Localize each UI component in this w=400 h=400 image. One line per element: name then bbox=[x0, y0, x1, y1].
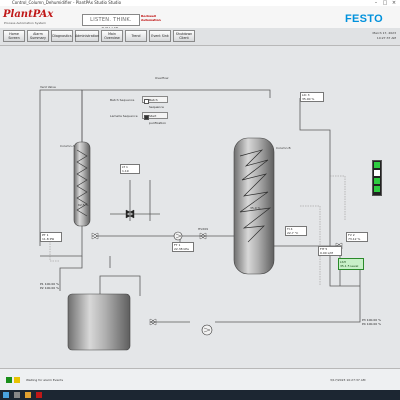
nav-label: Trend bbox=[131, 34, 141, 38]
gauge-segment-low bbox=[374, 178, 380, 184]
label-column-a-level: 62.5 % bbox=[78, 203, 89, 207]
lamella-sequence-label: Lamella Sequence bbox=[110, 114, 138, 118]
checkbox-icon bbox=[144, 98, 149, 104]
param-row: P2 100.00 % bbox=[40, 286, 59, 290]
nav-label: Diagnostics bbox=[52, 34, 72, 38]
gauge-segment-high bbox=[374, 162, 380, 168]
label-overflow: Overflow bbox=[155, 76, 169, 80]
pump-return bbox=[201, 324, 213, 336]
storage-tank bbox=[67, 293, 131, 351]
nav-diagnostics-button[interactable]: Diagnostics bbox=[51, 30, 73, 42]
param-value: 100.00 % bbox=[366, 322, 381, 327]
plantpax-logo: PlantPAx bbox=[3, 9, 54, 20]
pump-parameter-table: P1 100.00 % P2 100.00 % bbox=[40, 282, 59, 290]
nav-label: Shutdown Client bbox=[175, 32, 193, 40]
instrument-value: 11.8 PSI bbox=[42, 237, 55, 241]
column-a bbox=[73, 141, 91, 227]
pump-transfer bbox=[173, 231, 183, 241]
folder-icon[interactable] bbox=[25, 392, 31, 398]
batch-sequence-label: Batch Sequence bbox=[110, 98, 135, 102]
level-gauge bbox=[372, 160, 382, 196]
instrument-fv2[interactable]: FV 2 73.12 % bbox=[346, 232, 368, 242]
alarm-status-icon bbox=[6, 377, 12, 383]
label-column-b-level: 35.0 % bbox=[250, 206, 261, 210]
app-header: PlantPAx Process Automation System LISTE… bbox=[0, 6, 400, 33]
pipe-column-a-drain bbox=[59, 256, 83, 291]
checkbox-checked-icon bbox=[144, 114, 149, 120]
sequence-panel: Batch Sequence Batch Sequence Lamella Se… bbox=[110, 95, 174, 127]
label-hv209: HV209 bbox=[198, 227, 209, 231]
instrument-value: 73.12 % bbox=[348, 237, 361, 241]
batch-sequence-button[interactable]: Batch Sequence bbox=[142, 96, 168, 109]
param-name: P4 bbox=[362, 322, 366, 327]
date-text: March 17, 2023 bbox=[372, 31, 396, 35]
nav-main-overview-button[interactable]: Main Overview bbox=[101, 30, 123, 42]
start-purification-button[interactable]: Start purification bbox=[142, 112, 168, 125]
nav-label: Home Screen bbox=[8, 32, 20, 40]
pipe-column-b-top bbox=[299, 98, 331, 236]
instrument-lic3[interactable]: LIC 3 35.00 % bbox=[300, 92, 324, 102]
instrument-value: 22.7 °C bbox=[287, 231, 299, 235]
instrument-ft1[interactable]: FT 1 22.38 kPa bbox=[172, 242, 194, 252]
os-taskbar bbox=[0, 390, 400, 400]
nav-event-sink-button[interactable]: Event Sink bbox=[149, 30, 171, 42]
param-value: 100.00 % bbox=[44, 286, 59, 291]
status-bar: Waiting for alarm Events 3/17/2023 10:27… bbox=[0, 368, 400, 391]
nav-label: Event Sink bbox=[151, 34, 169, 38]
start-purification-button-label: Start purification bbox=[149, 114, 166, 125]
indicator-value: 35.1 F-Level bbox=[340, 264, 359, 268]
warning-status-icon bbox=[14, 377, 20, 383]
plantpax-logo-sub: Process Automation System bbox=[4, 21, 46, 25]
param-name: P2 bbox=[40, 286, 44, 291]
instrument-pt1[interactable]: PT 1 11.8 PSI bbox=[40, 232, 62, 242]
instrument-ti4[interactable]: TI 4 22.7 °C bbox=[285, 226, 307, 236]
status-message: Waiting for alarm Events bbox=[26, 378, 64, 382]
instrument-fit5[interactable]: FIT 5 0.00 L/M bbox=[318, 246, 342, 256]
pipe-to-column-b bbox=[180, 216, 241, 237]
nav-shutdown-client-button[interactable]: Shutdown Client bbox=[173, 30, 195, 42]
time-text: 10:27:37 AM bbox=[376, 35, 396, 40]
status-footer-time: 3/17/2023 10:27:37 AM bbox=[330, 378, 366, 382]
pipe-transfer bbox=[96, 235, 181, 246]
search-icon[interactable] bbox=[14, 392, 20, 398]
pipe-return bbox=[215, 261, 361, 323]
navigation-bar: Home Screen Alarm Summary Diagnostics Ad… bbox=[0, 28, 400, 46]
piping-svg bbox=[39, 89, 361, 351]
instrument-value: 0.00 L/M bbox=[320, 251, 333, 255]
slogan-banner: LISTEN. THINK. SOLVE. bbox=[82, 14, 140, 33]
festo-logo: FESTO bbox=[345, 13, 383, 25]
param-row: P4 100.00 % bbox=[362, 322, 381, 326]
instrument-lt1[interactable]: LT 1 1.19 bbox=[120, 164, 140, 174]
process-diagram: Overflow Vent Valve Column A 62.5 % Colu… bbox=[0, 46, 400, 368]
nav-label: Main Overview bbox=[104, 32, 120, 40]
pump-parameter-table-right: P3 100.00 % P4 100.00 % bbox=[362, 318, 381, 326]
datetime-display: March 17, 2023 10:27:37 AM bbox=[370, 31, 396, 40]
level-switch-indicator[interactable]: LSH 35.1 F-Level bbox=[338, 258, 364, 270]
nav-label: Alarm Summary bbox=[30, 32, 46, 40]
gauge-segment-lowlow bbox=[374, 186, 380, 192]
rockwell-badge: Rockwell Automation bbox=[141, 14, 161, 22]
nav-trend-button[interactable]: Trend bbox=[125, 30, 147, 42]
label-column-b: Column B bbox=[276, 146, 291, 150]
label-vent: Vent Valve bbox=[40, 85, 56, 89]
batch-sequence-button-label: Batch Sequence bbox=[149, 98, 164, 109]
nav-home-screen-button[interactable]: Home Screen bbox=[3, 30, 25, 42]
start-icon[interactable] bbox=[3, 392, 9, 398]
instrument-value: 35.00 % bbox=[302, 97, 315, 101]
nav-alarm-summary-button[interactable]: Alarm Summary bbox=[27, 30, 49, 42]
nav-administration-button[interactable]: Administration bbox=[75, 30, 99, 42]
nav-label: Administration bbox=[74, 34, 100, 38]
instrument-value: 1.19 bbox=[122, 169, 129, 173]
instrument-value: 22.38 kPa bbox=[174, 247, 189, 251]
gauge-segment-mid bbox=[374, 170, 380, 176]
pipe-tank-inlet bbox=[99, 275, 141, 296]
app-icon[interactable] bbox=[36, 392, 42, 398]
label-column-a: Column A bbox=[60, 144, 75, 148]
